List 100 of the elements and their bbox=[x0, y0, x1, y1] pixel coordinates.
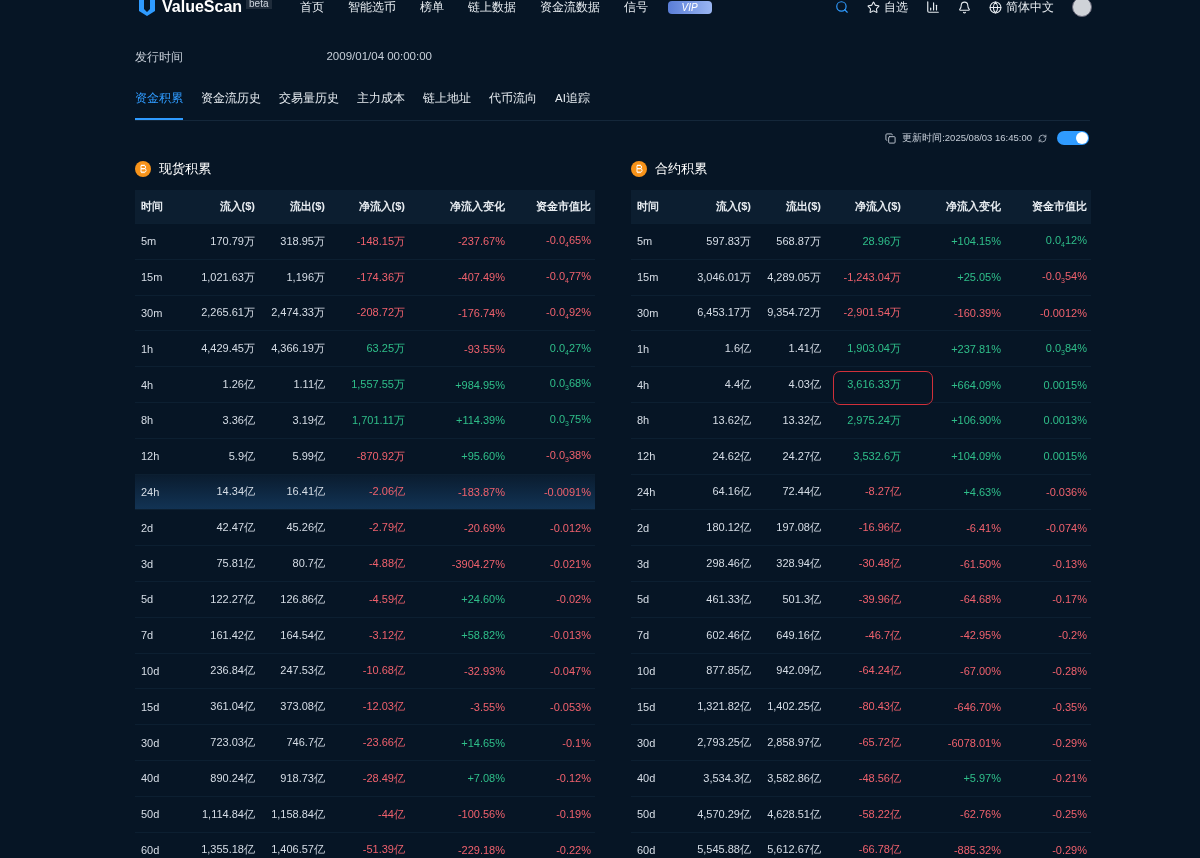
nav-link[interactable]: 首页 bbox=[299, 0, 324, 16]
table-cell-text: 126.86亿 bbox=[279, 591, 325, 607]
table-cell-text: 28.96万 bbox=[861, 233, 901, 249]
table-cell-text: 16.41亿 bbox=[285, 484, 325, 500]
table-cell-text: 60d bbox=[637, 843, 657, 856]
table-cell-text: -61.50% bbox=[959, 557, 1001, 570]
watchlist-link[interactable]: 自选 bbox=[867, 0, 908, 16]
table-cell-text: +104.15% bbox=[950, 235, 1001, 248]
table-cell-text: 50d bbox=[141, 808, 161, 821]
table-cell-text: 13.62亿 bbox=[711, 412, 751, 428]
tab[interactable]: 主力成本 bbox=[357, 91, 405, 120]
tab[interactable]: 交易量历史 bbox=[279, 91, 339, 120]
table-cell-text: -6078.01% bbox=[946, 736, 1001, 749]
table-cell-text: -176.74% bbox=[456, 307, 505, 319]
refresh-icon[interactable] bbox=[1038, 133, 1047, 143]
table-cell-text: 2,474.33万 bbox=[270, 305, 325, 321]
table-cell-text: 3,534.3亿 bbox=[702, 770, 751, 786]
table-cell-text: 5d bbox=[141, 593, 155, 606]
table-cell-text: -51.39亿 bbox=[361, 842, 405, 858]
table-cell-text: -65.72亿 bbox=[857, 735, 901, 751]
table-cell-text: -0.28% bbox=[1051, 664, 1087, 677]
nav-link[interactable]: 智能选币 bbox=[347, 0, 396, 16]
table-cell-text: 918.73亿 bbox=[279, 770, 325, 786]
table-cell-text: -4.59亿 bbox=[367, 591, 405, 607]
language-selector[interactable]: 简体中文 bbox=[989, 0, 1054, 16]
search-icon[interactable] bbox=[835, 0, 849, 14]
logo-icon bbox=[138, 0, 156, 16]
table-cell-text: 0.0015% bbox=[1042, 378, 1087, 391]
table-cell-text: 1,196万 bbox=[285, 269, 325, 285]
table-cell-text: 4h bbox=[141, 378, 155, 391]
table-cell-text: +104.09% bbox=[950, 450, 1001, 463]
table-cell-text: -237.67% bbox=[456, 235, 505, 248]
column-header: 流入($) bbox=[218, 199, 255, 214]
table-cell-text: -2,901.54万 bbox=[842, 305, 901, 321]
table-cell-text: -870.92万 bbox=[355, 448, 405, 464]
table-cell-text: 4,429.45万 bbox=[200, 341, 255, 357]
table-cell-text: 42.47亿 bbox=[215, 520, 255, 536]
info-value: 2009/01/04 00:00:00 bbox=[326, 50, 432, 64]
table-cell-text: 501.3亿 bbox=[781, 591, 821, 607]
table-cell-text: 40d bbox=[141, 772, 161, 785]
column-header: 流出($) bbox=[288, 199, 325, 214]
globe-icon bbox=[989, 0, 1002, 14]
table-cell-text: 2,975.24万 bbox=[846, 412, 901, 428]
nav-link[interactable]: 资金流数据 bbox=[539, 0, 600, 16]
table-cell-text: +5.97% bbox=[962, 772, 1001, 785]
table-cell-text: -646.70% bbox=[952, 700, 1001, 713]
table-cell-text: -4.88亿 bbox=[367, 556, 405, 572]
table-cell-text: 5d bbox=[637, 593, 651, 606]
table-cell-text: 0.0$_{3}$68% bbox=[548, 377, 591, 392]
table-cell-text: 1,406.57亿 bbox=[270, 842, 325, 858]
tab[interactable]: 代币流向 bbox=[489, 91, 537, 120]
column-header: 净流入变化 bbox=[449, 199, 505, 214]
tab[interactable]: 链上地址 bbox=[423, 91, 471, 120]
table-cell-text: 1.11亿 bbox=[292, 377, 325, 393]
update-time: 更新时间:2025/08/03 16:45:00 bbox=[902, 131, 1032, 145]
table-cell-text: 164.54亿 bbox=[279, 627, 325, 643]
bell-icon[interactable] bbox=[958, 0, 971, 14]
table-cell-text: -0.0$_{3}$38% bbox=[545, 449, 591, 464]
table-cell-text: 10d bbox=[141, 664, 161, 677]
table-cell-text: 8h bbox=[141, 414, 155, 427]
table-cell-text: 30m bbox=[637, 307, 660, 319]
table-cell: 3,616.33万 bbox=[821, 377, 901, 393]
table-cell-text: 15m bbox=[637, 271, 660, 284]
table-cell-text: 12h bbox=[141, 450, 161, 463]
tab[interactable]: 资金流历史 bbox=[201, 91, 261, 120]
toggle-switch[interactable] bbox=[1057, 131, 1089, 145]
chart-icon[interactable] bbox=[926, 0, 940, 14]
table-cell-text: -885.32% bbox=[952, 843, 1001, 856]
table-cell-text: -64.24亿 bbox=[857, 663, 901, 679]
nav-link[interactable]: 链上数据 bbox=[467, 0, 516, 16]
table-cell-text: +237.81% bbox=[950, 342, 1001, 355]
table-cell-text: 1,021.63万 bbox=[200, 269, 255, 285]
table-cell-text: 649.16亿 bbox=[775, 627, 821, 643]
table-cell-text: -32.93% bbox=[463, 664, 505, 677]
table-cell-text: 461.33亿 bbox=[705, 591, 751, 607]
table-cell-text: -0.12% bbox=[555, 772, 591, 785]
table-cell-text: 4h bbox=[637, 378, 651, 391]
table-cell-text: 15m bbox=[141, 271, 164, 284]
table-cell-text: 8h bbox=[637, 414, 651, 427]
table-cell-text: 50d bbox=[637, 808, 657, 821]
nav-link[interactable]: 信号 bbox=[623, 0, 648, 16]
table-cell-text: -0.074% bbox=[1045, 521, 1087, 534]
table-cell-text: -6.41% bbox=[965, 521, 1001, 534]
avatar[interactable] bbox=[1072, 0, 1092, 17]
tab[interactable]: AI追踪 bbox=[555, 91, 590, 120]
table-cell-text: 602.46亿 bbox=[705, 627, 751, 643]
brand-name[interactable]: ValueScan bbox=[162, 0, 243, 16]
table-cell-text: 2,858.97亿 bbox=[766, 735, 821, 751]
table-cell-text: -2.79亿 bbox=[367, 520, 405, 536]
table-cell-text: -100.56% bbox=[456, 808, 505, 821]
table-cell-text: 3d bbox=[141, 557, 155, 570]
nav-link[interactable]: 榜单 bbox=[419, 0, 444, 16]
table-cell-text: 236.84亿 bbox=[209, 663, 255, 679]
table-cell-text: 4.4亿 bbox=[723, 377, 751, 393]
tab[interactable]: 资金积累 bbox=[135, 91, 183, 120]
column-header: 资金市值比 bbox=[1031, 199, 1087, 214]
copy-icon[interactable] bbox=[885, 132, 897, 144]
table-cell-text: 75.81亿 bbox=[215, 556, 255, 572]
table-cell-text: -20.69% bbox=[463, 521, 505, 534]
table-cell-text: +114.39% bbox=[454, 414, 505, 427]
